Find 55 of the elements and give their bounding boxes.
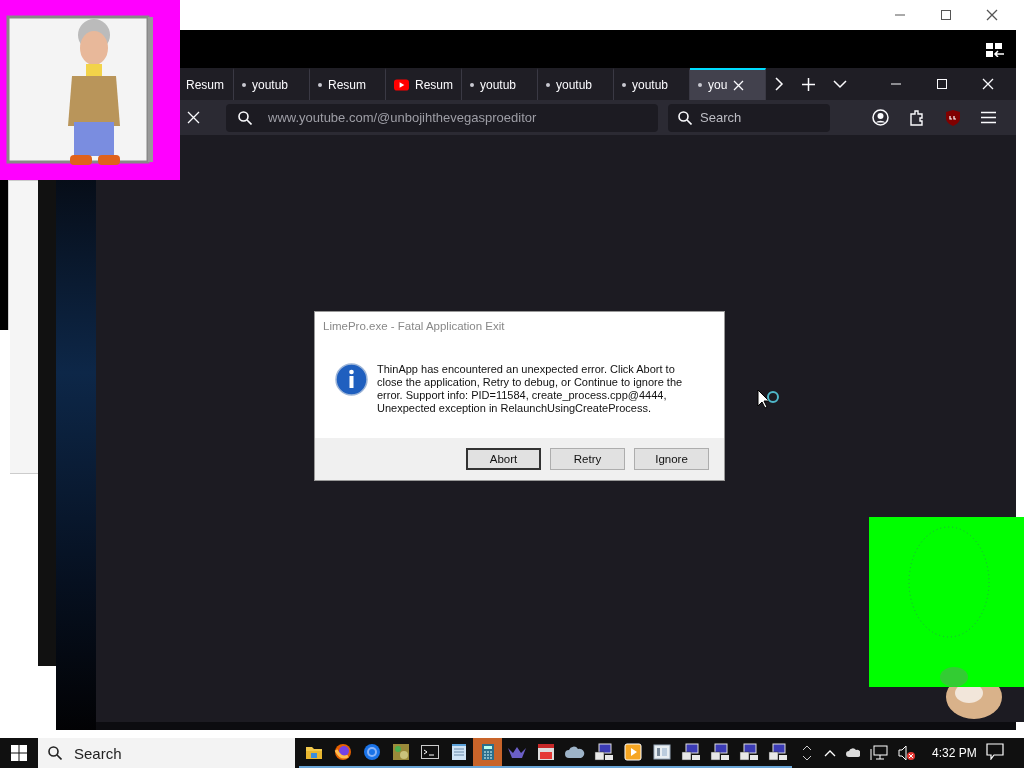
cloud-icon (564, 745, 585, 759)
search-field[interactable]: Search (668, 103, 830, 132)
computer-icon (680, 743, 701, 761)
search-field[interactable]: Search (38, 738, 295, 768)
snap-icon[interactable] (986, 43, 1004, 57)
dot-icon (318, 83, 322, 87)
menu-icon[interactable] (981, 111, 996, 124)
chevron-up-icon[interactable] (802, 745, 812, 751)
dialog-button[interactable]: Abort (466, 448, 541, 470)
chevron-down-icon[interactable] (802, 755, 812, 761)
computer-icon (767, 743, 788, 761)
computer-icon (738, 743, 759, 761)
volume-muted-icon[interactable] (898, 745, 916, 761)
browser-tab[interactable]: you (690, 68, 766, 100)
network-icon[interactable] (870, 745, 888, 761)
dot-icon (622, 83, 626, 87)
terminal-icon (420, 745, 439, 759)
account-icon[interactable] (872, 109, 889, 126)
dot-icon (470, 83, 474, 87)
calculator-icon (480, 743, 495, 761)
browser-icon (333, 743, 352, 761)
bird-icon (506, 745, 527, 759)
puzzle-icon[interactable] (909, 109, 925, 126)
stop-icon[interactable] (187, 111, 200, 124)
close-icon[interactable] (986, 9, 998, 21)
image-icon (391, 743, 410, 761)
windows-icon (11, 745, 27, 761)
maximize-icon[interactable] (940, 9, 952, 21)
dialog-button[interactable]: Retry (550, 448, 625, 470)
cloud-icon[interactable] (846, 748, 860, 758)
info-icon (335, 363, 368, 396)
search-icon (48, 746, 62, 760)
search-icon (678, 110, 692, 125)
dot-icon (242, 83, 246, 87)
search-icon (238, 110, 252, 125)
dialog-button[interactable]: Ignore (634, 448, 709, 470)
shield-icon[interactable] (945, 109, 961, 126)
dialog-title: LimePro.exe - Fatal Application Exit (323, 320, 505, 332)
notepad-icon (450, 743, 467, 761)
dot-icon (698, 83, 702, 87)
window-icon (536, 743, 555, 761)
play-icon (394, 79, 409, 91)
play-icon (623, 743, 642, 761)
folder-icon (304, 744, 323, 760)
panel-icon (652, 744, 671, 760)
notification-icon[interactable] (986, 742, 1004, 760)
chevron-right-icon[interactable] (774, 77, 784, 91)
clock[interactable]: 4:32 PM (932, 746, 977, 760)
error-message: ThinApp has encountered an unexpected error. Click Abort to close the application, Retry to debug, or Continue to ignore the error. Support info: PID=11584, create_process.cpp@4444, Unexpected exception in RelaunchUsingCreateProcess. (377, 363, 684, 415)
computer-icon (593, 743, 614, 761)
computer-icon (709, 743, 730, 761)
ring-icon (362, 743, 381, 761)
plus-icon[interactable] (802, 77, 815, 91)
dot-icon (546, 83, 550, 87)
address-field[interactable]: www.youtube.com/@unbojihthevegasproeditor (226, 103, 658, 132)
